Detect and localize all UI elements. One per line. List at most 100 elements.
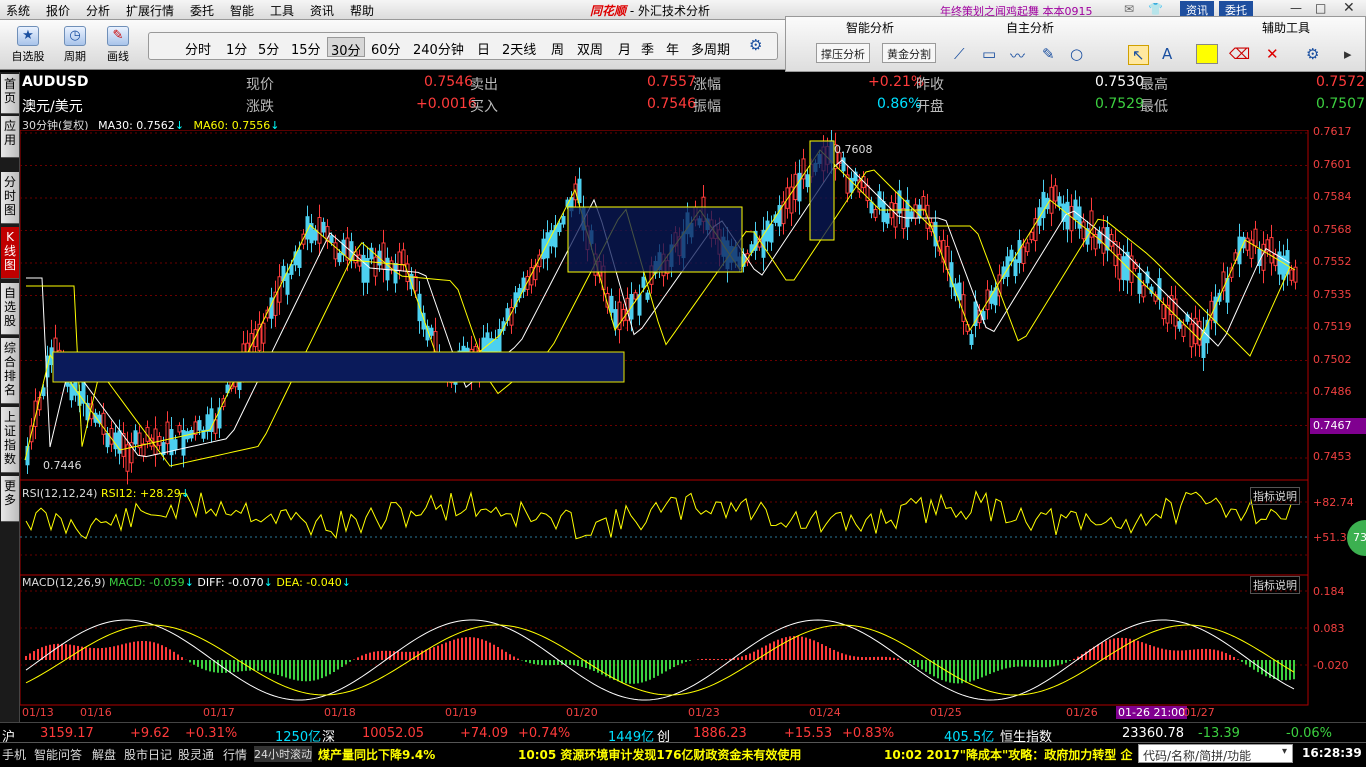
tools-gear-icon[interactable]: ⚙ xyxy=(1306,45,1319,63)
candle-body xyxy=(961,294,966,322)
index-pct: +0.74% xyxy=(518,726,571,741)
menu-tools[interactable]: 工具 xyxy=(270,2,294,19)
macd-tick: 0.184 xyxy=(1313,585,1345,598)
status-tab-diary[interactable]: 股市日记 xyxy=(124,746,172,763)
cursor-tool-icon[interactable]: ↖ xyxy=(1128,45,1149,65)
rect-tool-icon[interactable]: ▭ xyxy=(982,45,996,63)
period-month[interactable]: 月 xyxy=(618,39,631,58)
settings-gear-icon[interactable]: ⚙ xyxy=(749,36,762,54)
circle-tool-icon[interactable]: ○ xyxy=(1070,45,1083,63)
rsi-badge[interactable]: 73 xyxy=(1347,520,1366,556)
search-input[interactable]: 代码/名称/简拼/功能 xyxy=(1138,744,1293,763)
high-annotation: 0.7608 xyxy=(834,143,873,156)
close-icon[interactable]: ✕ xyxy=(1343,0,1355,16)
period-multi[interactable]: 多周期 xyxy=(691,39,730,58)
draw-button[interactable]: ✎ 画线 xyxy=(98,26,138,64)
info-value: 0.7557 xyxy=(647,74,696,90)
color-picker[interactable] xyxy=(1196,44,1218,64)
nav-watchlist[interactable]: 自选股 xyxy=(1,283,19,335)
period-button[interactable]: ◷ 周期 xyxy=(55,26,95,64)
period-year[interactable]: 年 xyxy=(666,39,679,58)
macd-explain-button[interactable]: 指标说明 xyxy=(1250,576,1300,594)
candle-body xyxy=(641,276,646,288)
support-analysis-button[interactable]: 撑压分析 xyxy=(816,43,870,63)
menu-extended[interactable]: 扩展行情 xyxy=(126,2,174,19)
period-week[interactable]: 周 xyxy=(551,39,564,58)
candle-body xyxy=(869,201,874,214)
candle-body xyxy=(1013,259,1018,277)
candle-body xyxy=(769,223,774,243)
delete-icon[interactable]: ✕ xyxy=(1266,45,1279,63)
menu-system[interactable]: 系统 xyxy=(6,2,30,19)
status-tab-market[interactable]: 行情 xyxy=(223,746,247,763)
candle-body xyxy=(1269,237,1274,264)
period-15min[interactable]: 15分 xyxy=(291,39,321,58)
macd-tick: -0.020 xyxy=(1313,659,1349,672)
select-stock-button[interactable]: ★ 自选股 xyxy=(8,26,48,64)
candle-body xyxy=(321,221,326,233)
period-quarter[interactable]: 季 xyxy=(641,39,654,58)
nav-kline[interactable]: K线图 xyxy=(1,227,19,279)
status-tab-commentary[interactable]: 解盘 xyxy=(92,746,116,763)
menu-analysis[interactable]: 分析 xyxy=(86,2,110,19)
nav-home[interactable]: 首页 xyxy=(1,74,19,114)
news-ticker-1[interactable]: 煤产量同比下降9.4% xyxy=(318,746,435,763)
period-2day[interactable]: 2天线 xyxy=(502,39,536,58)
info-label: 涨跌 xyxy=(246,99,274,115)
dropdown-arrow-icon[interactable]: ▾ xyxy=(1282,746,1288,757)
status-bar: 手机 智能问答 解盘 股市日记 股灵通 行情 24小时滚动 煤产量同比下降9.4… xyxy=(0,742,1366,765)
candle-body xyxy=(297,249,302,268)
period-intraday[interactable]: 分时 xyxy=(185,39,211,58)
news-ticker-2[interactable]: 10:05 资源环境审计发现176亿财政资金未有效使用 xyxy=(518,746,801,763)
nav-sh-index[interactable]: 上证指数 xyxy=(1,407,19,473)
candle-body xyxy=(397,251,402,271)
period-day[interactable]: 日 xyxy=(477,39,490,58)
nav-apps[interactable]: 应用 xyxy=(1,116,19,158)
candle-body xyxy=(1009,249,1014,262)
more-arrow-icon[interactable]: ▸ xyxy=(1344,45,1352,63)
status-tab-24h[interactable]: 24小时滚动 xyxy=(254,746,312,762)
info-value: 0.7507 xyxy=(1316,96,1365,112)
menu-smart[interactable]: 智能 xyxy=(230,2,254,19)
period-60min[interactable]: 60分 xyxy=(371,39,401,58)
golden-split-button[interactable]: 黄金分割 xyxy=(882,43,936,63)
eraser-icon[interactable]: ⌫ xyxy=(1229,45,1250,63)
status-tab-mobile[interactable]: 手机 xyxy=(2,746,26,763)
period-30min[interactable]: 30分 xyxy=(327,37,365,59)
candle-body xyxy=(1245,237,1250,251)
line-tool-icon[interactable]: ⟋ xyxy=(954,45,965,63)
period-240min[interactable]: 240分钟 xyxy=(413,39,464,58)
candle-body xyxy=(329,235,334,243)
wave-tool-icon[interactable]: 〰 xyxy=(1010,45,1025,66)
rsi-explain-button[interactable]: 指标说明 xyxy=(1250,487,1300,505)
candle-body xyxy=(1289,269,1294,281)
nav-more[interactable]: 更多 xyxy=(1,476,19,522)
pen-tool-icon[interactable]: ✎ xyxy=(1042,45,1055,63)
kline-chart[interactable] xyxy=(20,130,1310,722)
shirt-icon[interactable]: 👕 xyxy=(1148,2,1163,16)
candle-body xyxy=(497,328,502,352)
mail-icon[interactable]: ✉ xyxy=(1124,2,1134,16)
period-1min[interactable]: 1分 xyxy=(226,39,247,58)
candle-body xyxy=(1065,201,1070,230)
period-5min[interactable]: 5分 xyxy=(258,39,279,58)
text-tool-icon[interactable]: A xyxy=(1162,45,1172,63)
candle-body xyxy=(1097,231,1102,244)
symbol-code: AUDUSD xyxy=(22,74,89,90)
period-2week[interactable]: 双周 xyxy=(577,39,603,58)
candle-body xyxy=(613,309,618,328)
menu-help[interactable]: 帮助 xyxy=(350,2,374,19)
status-tab-qa[interactable]: 智能问答 xyxy=(34,746,82,763)
status-tab-guling[interactable]: 股灵通 xyxy=(178,746,214,763)
menu-trade[interactable]: 委托 xyxy=(190,2,214,19)
menu-quote[interactable]: 报价 xyxy=(46,2,70,19)
nav-intraday[interactable]: 分时图 xyxy=(1,172,19,224)
maximize-icon[interactable]: □ xyxy=(1315,1,1326,15)
menu-news[interactable]: 资讯 xyxy=(310,2,334,19)
index-pct: -0.06% xyxy=(1286,726,1332,741)
nav-ranking[interactable]: 综合排名 xyxy=(1,338,19,404)
star-icon: ★ xyxy=(17,26,39,46)
minimize-icon[interactable]: — xyxy=(1290,1,1302,15)
news-ticker-3[interactable]: 10:02 2017"降成本"攻略：政府加力转型 企 xyxy=(884,746,1136,763)
down-arrow-icon: ↓ xyxy=(180,487,190,500)
